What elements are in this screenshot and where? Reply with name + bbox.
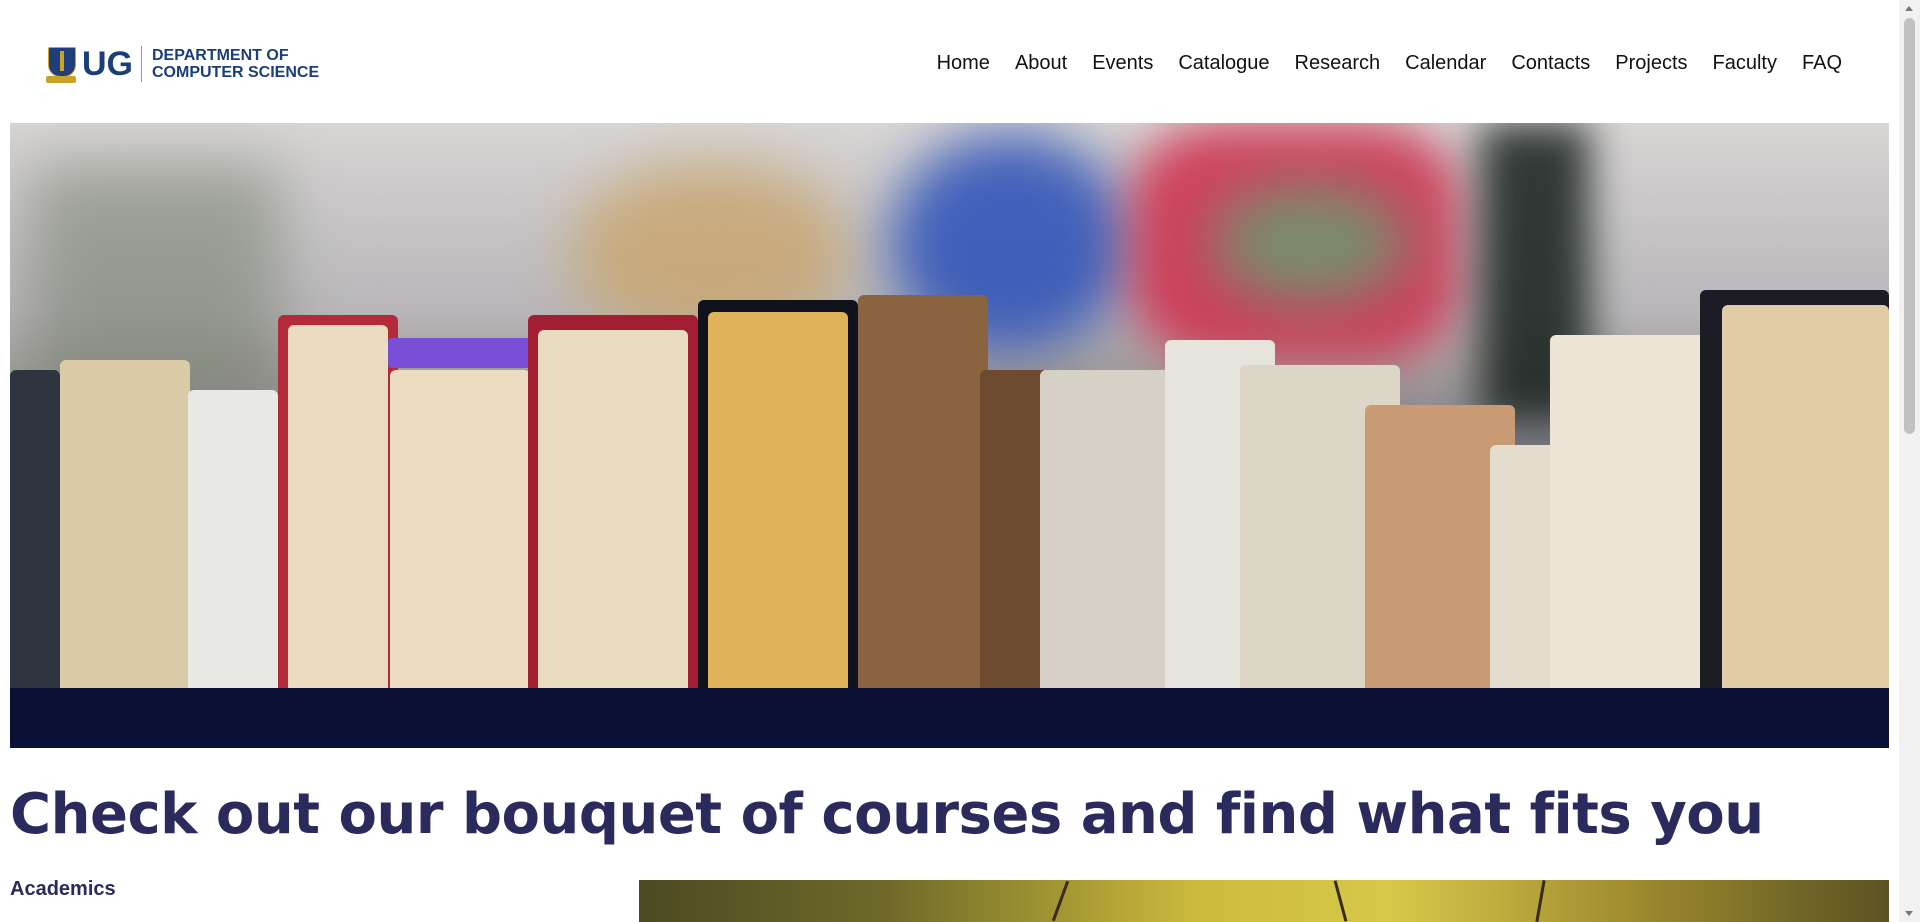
site-header: UG DEPARTMENT OF COMPUTER SCIENCE Home A…	[0, 0, 1888, 123]
nav-projects[interactable]: Projects	[1615, 52, 1687, 75]
logo-abbreviation: UG	[82, 44, 133, 83]
nav-faculty[interactable]: Faculty	[1713, 52, 1777, 75]
page-scrollbar[interactable]	[1899, 0, 1920, 922]
university-crest-icon	[46, 45, 76, 83]
hero-books-image	[10, 123, 1889, 748]
logo-line-2: COMPUTER SCIENCE	[152, 64, 320, 81]
nav-research[interactable]: Research	[1295, 52, 1381, 75]
logo-divider	[141, 46, 142, 82]
nav-faq[interactable]: FAQ	[1802, 52, 1842, 75]
logo-line-1: DEPARTMENT OF	[152, 47, 289, 64]
scroll-up-icon[interactable]	[1905, 6, 1913, 11]
nav-home[interactable]: Home	[937, 52, 990, 75]
logo-department-name: DEPARTMENT OF COMPUTER SCIENCE	[152, 47, 319, 81]
nav-calendar[interactable]: Calendar	[1405, 52, 1486, 75]
section-label-academics: Academics	[10, 878, 116, 900]
nav-events[interactable]: Events	[1092, 52, 1153, 75]
shelf	[10, 688, 1889, 748]
campus-photo	[639, 880, 1889, 922]
main-navigation: Home About Events Catalogue Research Cal…	[912, 52, 1842, 75]
scrollbar-thumb[interactable]	[1904, 18, 1915, 434]
scroll-down-icon[interactable]	[1905, 911, 1913, 916]
nav-catalogue[interactable]: Catalogue	[1178, 52, 1269, 75]
nav-contacts[interactable]: Contacts	[1511, 52, 1590, 75]
nav-about[interactable]: About	[1015, 52, 1067, 75]
site-logo[interactable]: UG DEPARTMENT OF COMPUTER SCIENCE	[46, 44, 319, 84]
page-headline: Check out our bouquet of courses and fin…	[10, 782, 1764, 847]
